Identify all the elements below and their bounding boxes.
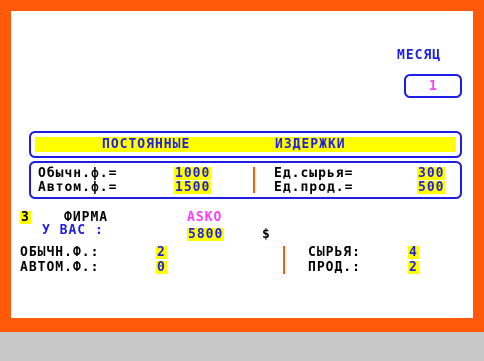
firm-number: 3 bbox=[20, 210, 31, 225]
you-have-label: У ВАС : bbox=[42, 223, 104, 238]
auto-factory-label: Автом.ф.= bbox=[38, 180, 118, 195]
regular-factory-cost: 1000 bbox=[174, 166, 212, 181]
currency-sign: $ bbox=[262, 227, 271, 242]
raw-stock-count: 4 bbox=[408, 245, 419, 260]
raw-stock-label: СЫРЬЯ: bbox=[308, 245, 361, 260]
raw-unit-label: Ед.сырья= bbox=[274, 166, 354, 181]
product-stock-label: ПРОД.: bbox=[308, 260, 361, 275]
auto-factories-count: 0 bbox=[156, 260, 167, 275]
table-divider bbox=[253, 167, 255, 193]
regular-factory-label: Обычн.ф.= bbox=[38, 166, 118, 181]
fixed-costs-table: Обычн.ф.= 1000 Автом.ф.= 1500 Ед.сырья= … bbox=[29, 161, 462, 199]
month-value: 1 bbox=[429, 79, 438, 94]
product-unit-cost: 500 bbox=[417, 180, 446, 195]
regular-factories-count: 2 bbox=[156, 245, 167, 260]
auto-factory-cost: 1500 bbox=[174, 180, 212, 195]
product-unit-label: Ед.прод.= bbox=[274, 180, 354, 195]
fixed-costs-title-right: ИЗДЕРЖКИ bbox=[275, 137, 346, 152]
fixed-costs-banner: ПОСТОЯННЫЕ ИЗДЕРЖКИ bbox=[29, 131, 462, 158]
status-divider bbox=[283, 246, 285, 274]
fixed-costs-bar bbox=[35, 137, 456, 152]
raw-unit-cost: 300 bbox=[417, 166, 446, 181]
fixed-costs-title-left: ПОСТОЯННЫЕ bbox=[102, 137, 191, 152]
firm-name: ASKO bbox=[187, 210, 223, 225]
money-value: 5800 bbox=[187, 227, 225, 242]
month-label: МЕСЯЦ bbox=[397, 48, 442, 63]
regular-factories-label: ОБЫЧН.Ф.: bbox=[20, 245, 100, 260]
product-stock-count: 2 bbox=[408, 260, 419, 275]
month-box: 1 bbox=[404, 74, 462, 98]
auto-factories-label: АВТОМ.Ф.: bbox=[20, 260, 100, 275]
